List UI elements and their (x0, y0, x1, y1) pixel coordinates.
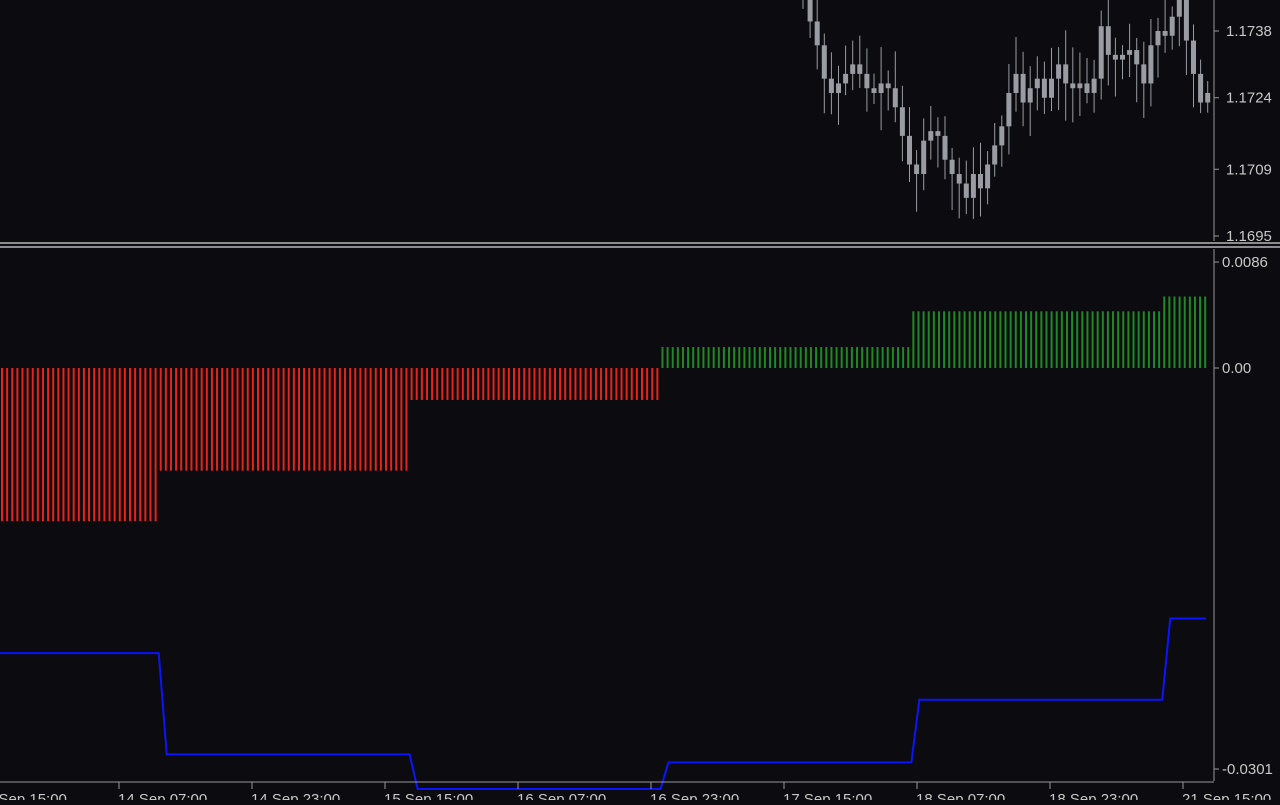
candle-body (949, 159, 955, 175)
candle-body (1169, 16, 1175, 36)
candle-body (885, 83, 891, 89)
chart-root: 1.1738 1.1724 1.1709 1.1695 0.0086 0.00 -0.03… (0, 0, 1280, 805)
candle-body (985, 164, 991, 189)
time-tick-label: 16 Sep 23:00 (650, 791, 739, 800)
candle-body (978, 174, 983, 189)
time-tick-label: 9 Sep 15:00 (0, 791, 67, 800)
candle-body (935, 131, 941, 136)
candle-body (1134, 50, 1140, 65)
chart-svg: 1.1738 1.1724 1.1709 1.1695 0.0086 0.00 -0.03… (0, 0, 1280, 805)
candle-body (843, 73, 849, 84)
time-tick-label: 14 Sep 23:00 (251, 791, 340, 800)
candle-body (821, 45, 827, 79)
time-tick-label: 17 Sep 15:00 (783, 791, 872, 800)
candle-body (1063, 64, 1069, 84)
candle-body (907, 135, 912, 165)
candle-body (1105, 26, 1111, 55)
price-tick-label: 1.1738 (1226, 23, 1272, 40)
candle-body (1034, 78, 1040, 89)
candle-body (814, 21, 820, 46)
candle-body (1155, 31, 1161, 46)
candle-body (1120, 54, 1125, 60)
indicator-tick-label: 0.0086 (1222, 254, 1268, 271)
candle-body (1027, 88, 1033, 103)
candle-body (1006, 92, 1012, 127)
candle-body (914, 164, 920, 175)
candle-body (1084, 83, 1090, 93)
candle-body (970, 174, 976, 198)
candle-body (963, 183, 969, 198)
candle-body (956, 174, 962, 184)
candle-body (928, 131, 934, 141)
candle-body (1041, 78, 1047, 98)
candle-body (1013, 73, 1019, 93)
candle-body (1183, 0, 1189, 41)
candle-body (1077, 83, 1083, 89)
time-tick-label: 18 Sep 23:00 (1049, 791, 1138, 800)
candle-body (1176, 0, 1182, 17)
candle-body (1049, 78, 1054, 98)
candle-body (807, 0, 813, 22)
candle-body (1148, 45, 1154, 84)
candle-body (1112, 54, 1118, 60)
indicator-tick-label: 0.00 (1222, 360, 1251, 377)
indicator-tick-label: -0.0301 (1222, 761, 1273, 778)
candle-body (892, 88, 898, 108)
time-tick-label: 18 Sep 07:00 (916, 791, 1005, 800)
candle-body (1198, 73, 1204, 103)
candle-body (1091, 78, 1097, 93)
candle-body (1162, 31, 1168, 36)
candle-body (999, 126, 1005, 146)
candle-body (850, 64, 856, 74)
time-tick-label: 16 Sep 07:00 (517, 791, 606, 800)
candle-body (1127, 50, 1133, 55)
candle-body (871, 88, 877, 93)
time-tick-label: 21 Sep 15:00 (1182, 791, 1271, 800)
price-tick-label: 1.1695 (1226, 228, 1272, 245)
time-tick-label: 14 Sep 07:00 (118, 791, 207, 800)
candle-body (828, 78, 834, 93)
candle-body (1020, 73, 1026, 103)
candle-body (942, 135, 948, 160)
candle-body (878, 83, 884, 93)
candle-body (899, 107, 905, 136)
price-tick-label: 1.1709 (1226, 161, 1272, 178)
candle-body (921, 140, 927, 175)
time-tick-label: 15 Sep 15:00 (384, 791, 473, 800)
candle-body (1098, 26, 1104, 79)
candle-body (1205, 92, 1211, 103)
candle-body (1191, 40, 1196, 74)
candle-body (857, 64, 863, 74)
candle-body (1141, 64, 1147, 84)
price-tick-label: 1.1724 (1226, 90, 1272, 107)
candle-body (864, 73, 870, 89)
candle-body (1056, 64, 1062, 79)
candle-body (836, 83, 841, 93)
candle-body (1070, 83, 1076, 89)
candle-body (992, 145, 998, 165)
